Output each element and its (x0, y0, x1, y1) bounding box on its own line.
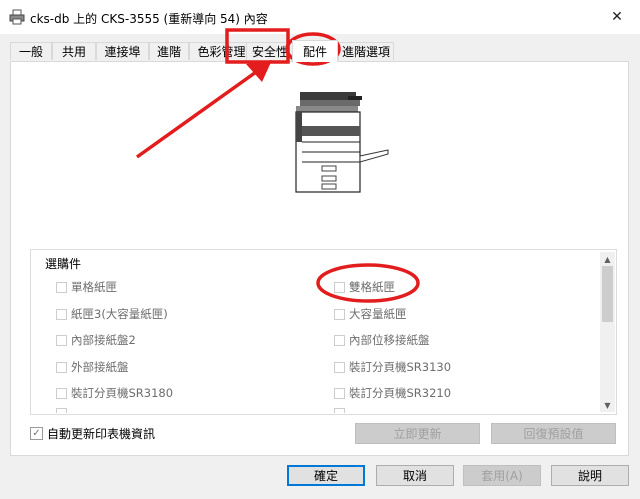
window-title: cks-db 上的 CKS-3555 (重新導向 54) 內容 (30, 12, 268, 26)
printer-icon (9, 9, 25, 25)
tab-ports[interactable]: 連接埠 (96, 42, 149, 60)
option-lct[interactable]: 大容量紙匣 (334, 306, 407, 322)
chevron-up-icon[interactable]: ▲ (600, 252, 615, 266)
checkbox[interactable] (56, 361, 67, 373)
option-single-tray[interactable]: 單格紙匣 (56, 279, 117, 295)
update-now-button[interactable]: 立即更新 (355, 423, 480, 444)
tab-sharing[interactable]: 共用 (52, 42, 96, 60)
tab-color-management[interactable]: 色彩管理 (189, 42, 254, 60)
option-tray3-lct[interactable]: 紙匣3(大容量紙匣) (56, 306, 168, 322)
checkbox[interactable] (334, 281, 345, 293)
checkbox[interactable] (56, 308, 67, 320)
close-button[interactable]: ✕ (604, 5, 630, 29)
checkbox[interactable] (56, 281, 67, 293)
option-external-tray[interactable]: 外部接紙盤 (56, 359, 129, 375)
option-finisher-sr3130[interactable]: 裝訂分頁機SR3130 (334, 359, 451, 375)
auto-update-checkbox[interactable]: ✓ (30, 427, 43, 440)
help-button[interactable]: 說明 (551, 465, 629, 486)
tab-security[interactable]: 安全性 (246, 42, 294, 60)
auto-update-label: 自動更新印表機資訊 (47, 427, 156, 441)
cancel-button[interactable]: 取消 (376, 465, 454, 486)
options-scrollbar[interactable]: ▲ ▼ (600, 252, 615, 412)
tab-accessories[interactable]: 配件 (292, 40, 338, 62)
option-clipped-row[interactable] (334, 408, 349, 413)
checkbox[interactable] (334, 334, 345, 346)
option-clipped-row[interactable] (56, 408, 71, 413)
ok-button[interactable]: 確定 (287, 465, 365, 486)
option-finisher-sr3210[interactable]: 裝訂分頁機SR3210 (334, 385, 451, 401)
auto-update-option[interactable]: ✓ 自動更新印表機資訊 (30, 425, 155, 442)
checkbox[interactable] (56, 387, 67, 399)
checkbox[interactable] (334, 387, 345, 399)
tab-advanced-options[interactable]: 進階選項 (338, 42, 394, 60)
checkbox[interactable] (56, 334, 67, 346)
option-double-tray[interactable]: 雙格紙匣 (334, 279, 395, 295)
checkbox[interactable] (334, 361, 345, 373)
option-internal-shift-tray[interactable]: 內部位移接紙盤 (334, 332, 430, 348)
chevron-down-icon[interactable]: ▼ (600, 398, 615, 412)
options-list: 單格紙匣 紙匣3(大容量紙匣) 內部接紙盤2 外部接紙盤 裝訂分頁機SR3180… (32, 266, 598, 413)
option-internal-tray2[interactable]: 內部接紙盤2 (56, 332, 136, 348)
tab-advanced[interactable]: 進階 (149, 42, 189, 60)
apply-button[interactable]: 套用(A) (463, 465, 541, 486)
checkbox[interactable] (334, 308, 345, 320)
tab-general[interactable]: 一般 (10, 42, 52, 60)
checkbox[interactable] (334, 408, 345, 413)
close-icon: ✕ (611, 9, 623, 25)
printer-image (292, 90, 392, 198)
scrollbar-thumb[interactable] (602, 266, 613, 322)
option-finisher-sr3180[interactable]: 裝訂分頁機SR3180 (56, 385, 173, 401)
checkbox[interactable] (56, 408, 67, 413)
restore-defaults-button[interactable]: 回復預設值 (491, 423, 616, 444)
